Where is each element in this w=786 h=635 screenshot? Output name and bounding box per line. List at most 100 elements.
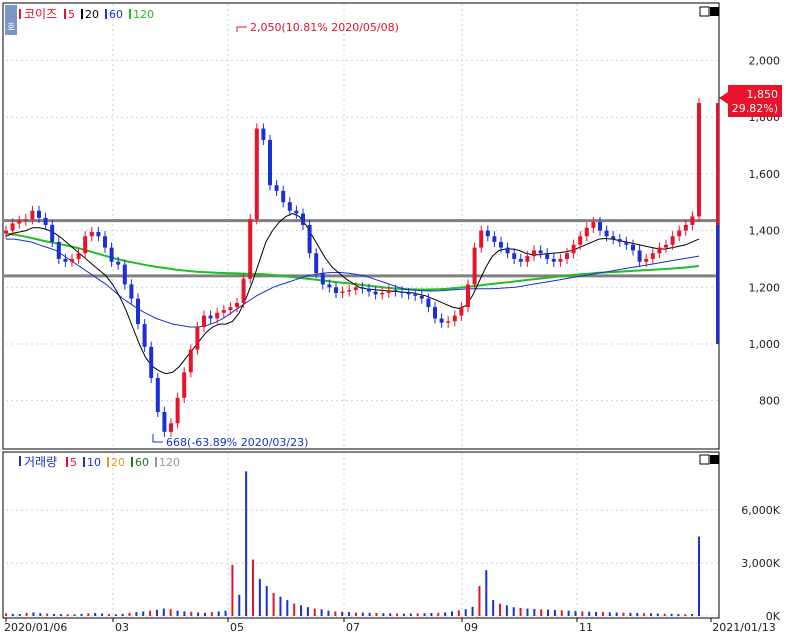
candle-body <box>129 284 134 299</box>
volume-bar <box>471 606 474 616</box>
candle-body <box>254 128 259 220</box>
candle-body <box>617 239 622 242</box>
volume-minimize-icon[interactable] <box>699 454 710 465</box>
legend-label: 10 <box>87 456 101 469</box>
volume-bar <box>423 613 426 616</box>
volume-bar <box>389 613 392 616</box>
legend-swatch <box>81 9 83 19</box>
candle-body <box>466 284 470 308</box>
candle-body <box>485 230 490 237</box>
candle-body <box>545 253 550 259</box>
candle-body <box>492 236 497 242</box>
candle-body <box>182 372 187 398</box>
candle-body <box>122 264 127 285</box>
legend-label: 120 <box>133 8 154 21</box>
volume-bar <box>94 613 97 616</box>
candle-body <box>37 210 41 218</box>
volume-bar <box>457 610 460 616</box>
volume-bar <box>80 613 83 616</box>
volume-bar <box>656 613 659 616</box>
legend-title-swatch <box>19 9 21 19</box>
volume-close-icon[interactable] <box>710 455 719 464</box>
volume-bar <box>684 614 687 616</box>
volume-legend-title-swatch <box>19 456 21 466</box>
candle-body <box>162 411 167 432</box>
candle-body <box>320 273 325 285</box>
volume-bar <box>135 612 138 616</box>
volume-bar <box>59 614 62 616</box>
candle-body <box>472 247 477 285</box>
volume-bar <box>293 603 296 616</box>
volume-bar <box>286 600 289 616</box>
candle-body <box>30 210 35 220</box>
legend-label: 60 <box>109 8 123 21</box>
candle-body <box>452 315 457 322</box>
volume-bar <box>492 600 495 616</box>
close-icon[interactable] <box>710 7 719 16</box>
x-tick-label: 03 <box>115 621 129 634</box>
candle-body <box>208 315 213 319</box>
volume-bar <box>169 609 172 616</box>
volume-bar <box>334 611 337 616</box>
candle-body <box>109 247 114 262</box>
candle-body <box>565 253 569 259</box>
volume-bar <box>663 613 666 616</box>
candle-body <box>558 258 563 262</box>
volume-bar <box>245 471 248 616</box>
candle-body <box>149 346 154 378</box>
volume-bar <box>162 608 165 616</box>
volume-bar <box>526 608 529 616</box>
candle-body <box>644 258 649 262</box>
volume-bar <box>450 611 453 616</box>
candle-body <box>327 284 332 288</box>
candle-body <box>518 258 523 262</box>
candle-body <box>307 224 312 254</box>
candle-body <box>380 292 385 295</box>
candle-body <box>268 139 272 186</box>
volume-bar <box>409 613 412 616</box>
candle-body <box>683 224 688 231</box>
volume-bar <box>636 613 639 616</box>
volume-bar <box>437 612 440 616</box>
volume-bar <box>238 594 241 616</box>
candle-body <box>43 217 48 225</box>
candle-body <box>96 232 101 237</box>
candle-body <box>604 230 609 237</box>
candle-body <box>578 236 583 245</box>
volume-bar <box>588 611 591 616</box>
volume-bar <box>258 578 261 616</box>
candle-body <box>650 253 655 259</box>
candle-body <box>241 278 246 303</box>
volume-bar <box>553 610 556 616</box>
candle-body <box>426 298 431 308</box>
x-tick-label: 05 <box>230 621 244 634</box>
volume-bar <box>595 611 598 616</box>
x-tick-label: 09 <box>464 621 478 634</box>
volume-bar <box>560 610 563 616</box>
candle-body <box>373 291 378 295</box>
candle-body <box>400 291 404 293</box>
volume-bar <box>101 613 104 616</box>
volume-bar <box>203 612 206 616</box>
volume-title: 거래량 <box>24 455 57 469</box>
volume-bar <box>176 610 179 616</box>
candle-body <box>499 241 503 248</box>
legend-swatch <box>155 457 157 467</box>
candle-body <box>505 247 510 254</box>
price-tick-label: 800 <box>759 395 780 408</box>
volume-bar <box>252 559 255 616</box>
candle-body <box>664 244 668 248</box>
volume-bar <box>622 612 625 616</box>
candle-body <box>551 258 556 262</box>
minimize-icon[interactable] <box>699 6 710 17</box>
candle-body <box>155 377 160 412</box>
candle-body <box>83 236 88 254</box>
candle-body <box>439 318 444 323</box>
volume-bar <box>643 613 646 616</box>
legend-swatch <box>83 457 85 467</box>
current-move-down <box>716 224 719 344</box>
volume-bar <box>155 609 158 616</box>
x-tick-label: 11 <box>579 621 593 634</box>
volume-bar <box>464 609 467 616</box>
price-tick-label: 1,600 <box>749 168 781 181</box>
